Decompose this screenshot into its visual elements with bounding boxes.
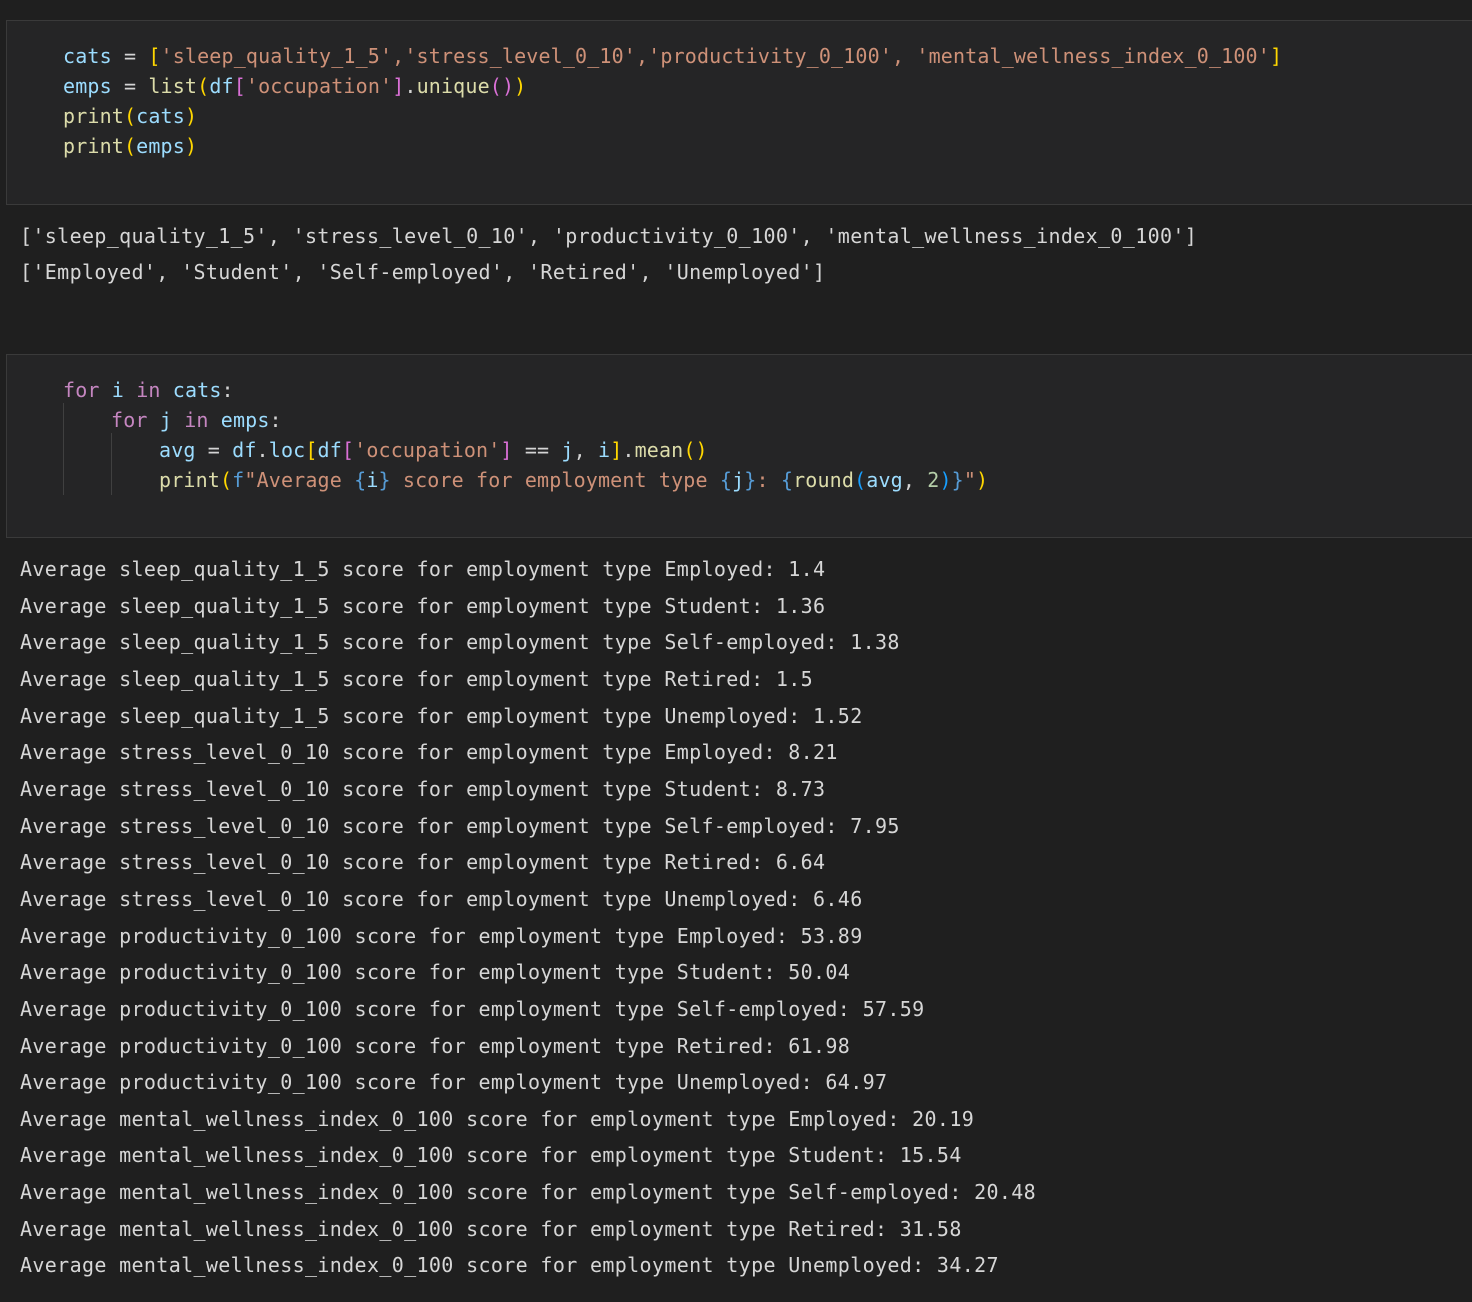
code-line[interactable]: avg = df.loc[df['occupation'] == j, i].m… [159,435,708,465]
output-line: Average productivity_0_100 score for emp… [20,924,863,948]
code-token: j [561,438,574,462]
output-line: Average sleep_quality_1_5 score for empl… [20,594,826,618]
code-token: emps [136,134,185,158]
code-token: : [756,468,781,492]
code-token: loc [268,438,306,462]
code-line[interactable]: print(cats) [63,101,197,131]
output-line: Average stress_level_0_10 score for empl… [20,814,900,838]
code-line[interactable]: print(emps) [63,131,197,161]
code-token: "Average [244,468,355,492]
code-token: i [111,378,124,402]
output-line: Average stress_level_0_10 score for empl… [20,740,838,764]
code-token: score for employment type [390,468,720,492]
output-line: Average mental_wellness_index_0_100 scor… [20,1180,1037,1204]
code-token: mean [634,438,684,462]
code-token: " [963,468,977,492]
code-line[interactable]: cats = ['sleep_quality_1_5','stress_leve… [63,41,1282,71]
output-line: Average stress_level_0_10 score for empl… [20,887,863,911]
code-line[interactable]: emps = list(df['occupation'].unique()) [63,71,526,101]
output-line: ['Employed', 'Student', 'Self-employed',… [20,260,826,284]
output-line: ['sleep_quality_1_5', 'stress_level_0_10… [20,224,1198,248]
code-token: print [63,104,124,128]
code-token: cats [63,44,112,68]
indent-guide [111,433,112,495]
code-token: round [793,468,855,492]
code-token: emps [63,74,112,98]
output-line: Average stress_level_0_10 score for empl… [20,850,826,874]
output-line: Average stress_level_0_10 score for empl… [20,777,826,801]
code-token: print [63,134,124,158]
code-token: 'occupation' [245,74,393,98]
code-line[interactable]: print(f"Average {i} score for employment… [159,465,988,495]
code-token: df [232,438,257,462]
output-line: Average sleep_quality_1_5 score for empl… [20,667,814,691]
code-token: avg [159,438,196,462]
code-token: unique [416,74,490,98]
code-token: j [159,408,172,432]
code-token: for [111,408,148,432]
output-line: Average productivity_0_100 score for emp… [20,1034,851,1058]
output-line: Average mental_wellness_index_0_100 scor… [20,1107,975,1131]
code-line[interactable]: for i in cats: [63,375,234,405]
output-line: Average productivity_0_100 score for emp… [20,997,925,1021]
output-line: Average productivity_0_100 score for emp… [20,960,851,984]
output-line: Average mental_wellness_index_0_100 scor… [20,1217,962,1241]
code-token: list [148,74,198,98]
output-line: Average productivity_0_100 score for emp… [20,1070,888,1094]
code-token: for [63,378,100,402]
code-token: emps [220,408,270,432]
code-token: avg [866,468,903,492]
code-cell-2[interactable]: for i in cats: for j in emps: avg = df.l… [6,354,1472,538]
code-cell-1[interactable]: cats = ['sleep_quality_1_5','stress_leve… [6,20,1472,205]
output-line: Average sleep_quality_1_5 score for empl… [20,630,900,654]
indent-guide [63,403,64,495]
code-line[interactable]: for j in emps: [111,405,282,435]
code-token: f [232,468,245,492]
output-line: Average mental_wellness_index_0_100 scor… [20,1253,999,1277]
code-token: cats [136,104,185,128]
output-line: Average sleep_quality_1_5 score for empl… [20,557,826,581]
output-line: Average sleep_quality_1_5 score for empl… [20,704,863,728]
code-token: 2 [927,468,940,492]
code-token: j [732,468,745,492]
code-token: in [184,408,209,432]
code-token: print [159,468,220,492]
output-line: Average mental_wellness_index_0_100 scor… [20,1143,962,1167]
code-token: 'sleep_quality_1_5','stress_level_0_10',… [160,44,1270,68]
code-token: i [366,468,379,492]
code-token: cats [172,378,222,402]
code-token: df [209,74,234,98]
code-token: df [317,438,342,462]
code-token: 'occupation' [354,438,501,462]
code-token: i [597,438,611,462]
code-token: in [136,378,161,402]
